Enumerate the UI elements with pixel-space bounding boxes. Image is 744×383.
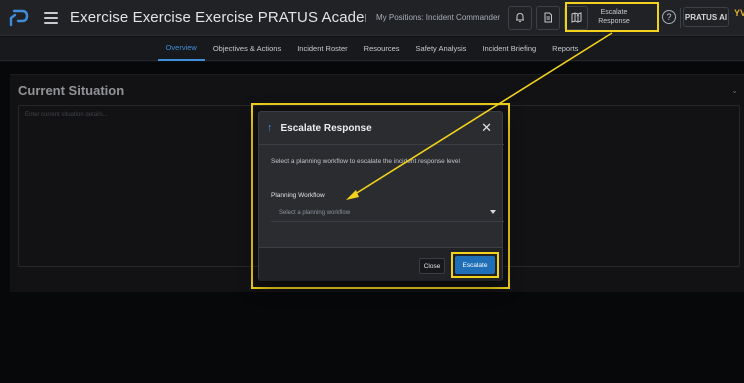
- app-window: Exercise Exercise Exercise PRATUS Acade m…: [0, 0, 744, 383]
- bell-icon[interactable]: [508, 5, 533, 30]
- dialog-footer: Close Escalate: [259, 247, 502, 281]
- caret-down-icon: [490, 210, 496, 214]
- tab-objectives-actions[interactable]: Objectives & Actions: [205, 37, 289, 61]
- tab-overview[interactable]: Overview: [157, 37, 205, 61]
- tab-incident-briefing[interactable]: Incident Briefing: [474, 37, 544, 61]
- nav-tabs: Overview Objectives & Actions Incident R…: [0, 37, 744, 61]
- my-positions[interactable]: My Positions: Incident Commander: [372, 10, 504, 25]
- tab-incident-roster[interactable]: Incident Roster: [289, 37, 355, 61]
- planning-workflow-select[interactable]: Select a planning workflow: [271, 204, 504, 222]
- dialog-description: Select a planning workflow to escalate t…: [271, 158, 460, 165]
- up-arrow-icon: ↑: [575, 10, 581, 24]
- tab-reports[interactable]: Reports: [544, 37, 586, 61]
- select-placeholder: Select a planning workflow: [279, 209, 351, 216]
- escalate-response-dialog: ↑ Escalate Response ✕ Select a planning …: [258, 111, 504, 281]
- avatar[interactable]: YV: [734, 8, 744, 18]
- help-icon[interactable]: ?: [662, 10, 676, 24]
- pratus-ai-button[interactable]: PRATUS AI: [683, 7, 729, 27]
- escalate-response-label: Escalate Response: [598, 9, 630, 25]
- close-icon[interactable]: ✕: [481, 121, 492, 134]
- dialog-header: ↑ Escalate Response: [259, 112, 504, 145]
- planning-workflow-label: Planning Workflow: [271, 192, 325, 199]
- close-button[interactable]: Close: [419, 258, 445, 274]
- logo-icon[interactable]: [6, 5, 32, 31]
- tab-safety-analysis[interactable]: Safety Analysis: [408, 37, 475, 61]
- dialog-title: Escalate Response: [280, 122, 372, 134]
- divider: [680, 8, 681, 28]
- escalate-response-button[interactable]: ↑ Escalate Response: [565, 2, 659, 32]
- up-arrow-icon: ↑: [267, 122, 273, 134]
- incident-title: Exercise Exercise Exercise PRATUS Academ…: [70, 9, 366, 26]
- tab-resources[interactable]: Resources: [356, 37, 408, 61]
- escalate-button[interactable]: Escalate: [455, 256, 495, 274]
- menu-icon[interactable]: [44, 11, 58, 24]
- document-icon[interactable]: [536, 5, 561, 30]
